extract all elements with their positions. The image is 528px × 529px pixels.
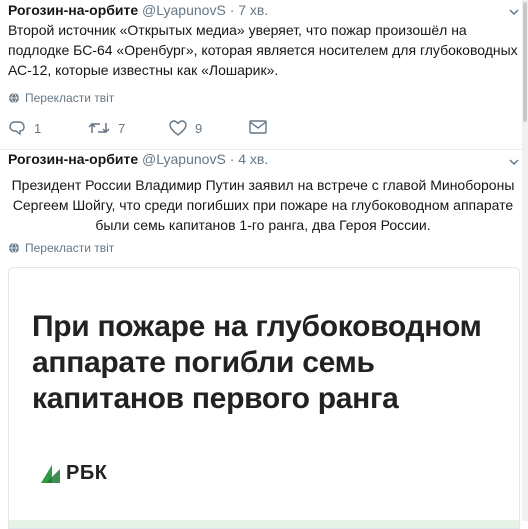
tweet-header: Рогозин-на-орбите @LyapunovS · 7 хв. <box>8 2 268 18</box>
tweet-2: Рогозин-на-орбите @LyapunovS · 4 хв. Пре… <box>0 150 528 529</box>
rbc-logo-icon <box>41 464 60 483</box>
message-icon <box>249 120 267 134</box>
tweet-time[interactable]: 7 хв. <box>238 2 268 18</box>
tweet-1: Рогозин-на-орбите @LyapunovS · 7 хв. Вто… <box>0 0 528 150</box>
link-card[interactable]: При пожаре на глубоководном аппарате пог… <box>8 267 520 529</box>
like-button[interactable]: 9 <box>169 120 202 136</box>
card-headline: При пожаре на глубоководном аппарате пог… <box>32 310 482 415</box>
author-handle[interactable]: @LyapunovS <box>142 151 226 167</box>
reply-count: 1 <box>34 120 42 136</box>
dot-separator: · <box>229 151 235 167</box>
like-icon <box>169 120 187 136</box>
chevron-down-icon[interactable] <box>508 6 520 18</box>
translate-label[interactable]: Перекласти твіт <box>25 91 114 105</box>
retweet-count: 7 <box>118 120 126 136</box>
like-count: 9 <box>195 120 203 136</box>
message-button[interactable] <box>249 120 267 134</box>
retweet-icon <box>88 122 110 134</box>
translate-link[interactable]: Перекласти твіт <box>8 91 114 105</box>
author-name[interactable]: Рогозин-на-орбите <box>8 151 138 167</box>
author-name[interactable]: Рогозин-на-орбите <box>8 2 138 18</box>
tweet-header: Рогозин-на-орбите @LyapunovS · 4 хв. <box>8 151 268 167</box>
scrollbar-thumb[interactable] <box>523 2 527 122</box>
author-handle[interactable]: @LyapunovS <box>142 2 226 18</box>
scrollbar[interactable] <box>522 0 528 521</box>
tweet-actions: 1 7 9 <box>8 120 308 140</box>
card-brand: РБК <box>40 462 107 485</box>
globe-icon <box>9 92 19 104</box>
tweet-text: Президент России Владимир Путин заявил н… <box>11 177 515 233</box>
reply-icon <box>9 121 25 136</box>
dot-separator: · <box>229 2 235 18</box>
chevron-down-icon[interactable] <box>508 156 520 168</box>
card-bottom-band <box>9 520 519 528</box>
retweet-button[interactable]: 7 <box>88 120 125 136</box>
translate-link[interactable]: Перекласти твіт <box>8 241 114 255</box>
brand-name: РБК <box>66 462 108 484</box>
globe-icon <box>9 242 19 254</box>
tweet-time[interactable]: 4 хв. <box>238 151 268 167</box>
tweet-text: Второй источник «Открытых медиа» уверяет… <box>8 22 518 78</box>
reply-button[interactable]: 1 <box>8 120 41 136</box>
translate-label[interactable]: Перекласти твіт <box>25 241 114 255</box>
